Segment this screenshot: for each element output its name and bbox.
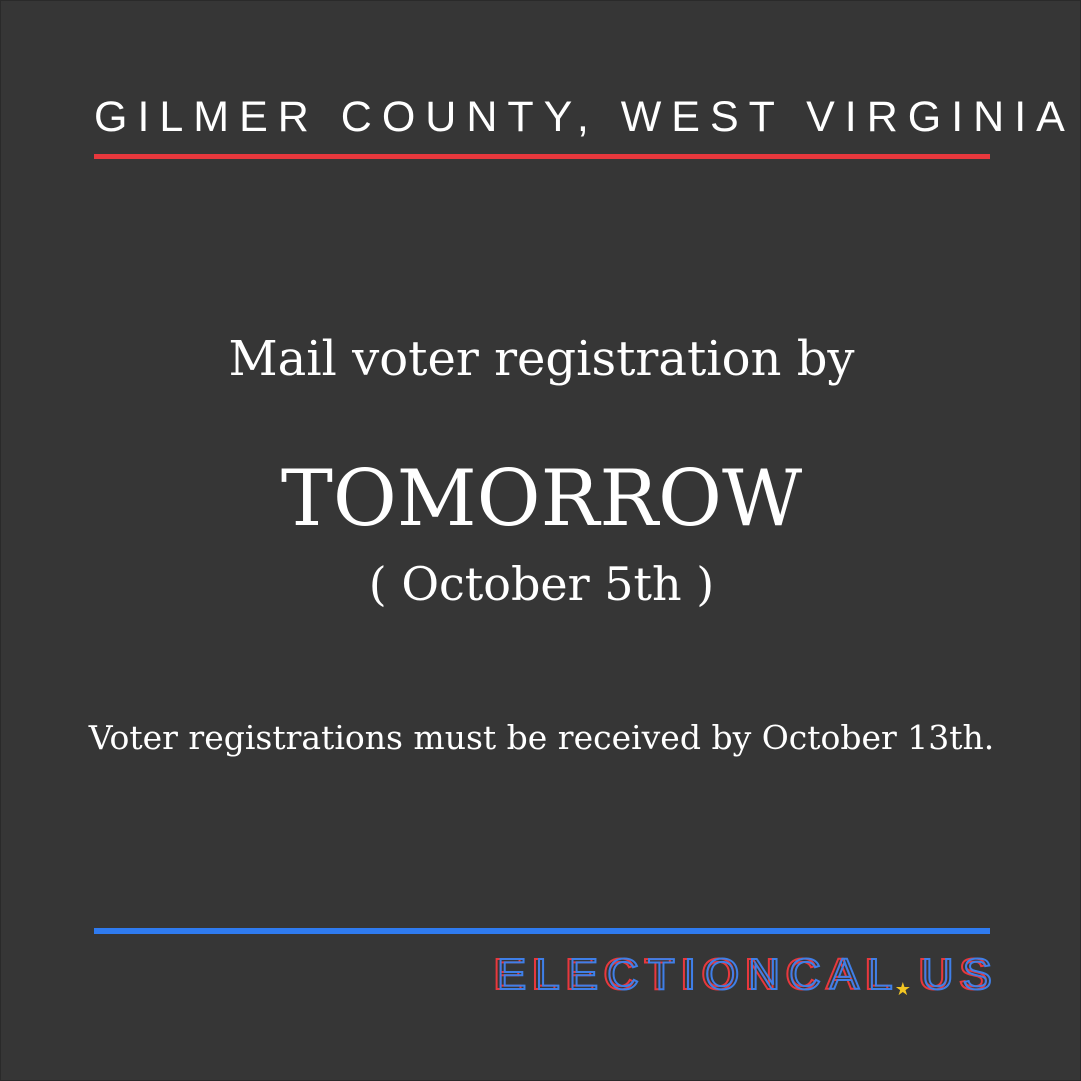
brand-letter: L (530, 949, 560, 1001)
brand-letter: L (863, 949, 893, 1001)
deadline: TOMORROW (280, 454, 803, 544)
received-note: Voter registrations must be received by … (88, 718, 995, 757)
brand-letter: T (643, 949, 675, 1001)
brand-letter: C (784, 949, 821, 1001)
brand-logo: E L E C T I O N C A L ★ U S (484, 949, 993, 1001)
brand-letter: C (602, 949, 639, 1001)
brand-letter: I (679, 949, 697, 1001)
bottom-blue-rule (94, 928, 990, 934)
brand-letter: E (564, 949, 599, 1001)
brand-letter: S (958, 949, 993, 1001)
deadline-date: ( October 5th ) (368, 557, 715, 611)
brand-letter: E (492, 949, 527, 1001)
brand-letter: A (825, 949, 860, 1001)
brand-letter: O (700, 949, 740, 1001)
announcement-card: GILMER COUNTY, WEST VIRGINIA Mail voter … (0, 0, 1081, 1081)
county-title: GILMER COUNTY, WEST VIRGINIA (94, 93, 1075, 141)
top-red-rule (94, 154, 990, 159)
brand-letter: U (917, 949, 954, 1001)
star-icon: ★ (894, 979, 911, 999)
headline: Mail voter registration by (228, 331, 855, 387)
brand-letter: N (743, 949, 780, 1001)
